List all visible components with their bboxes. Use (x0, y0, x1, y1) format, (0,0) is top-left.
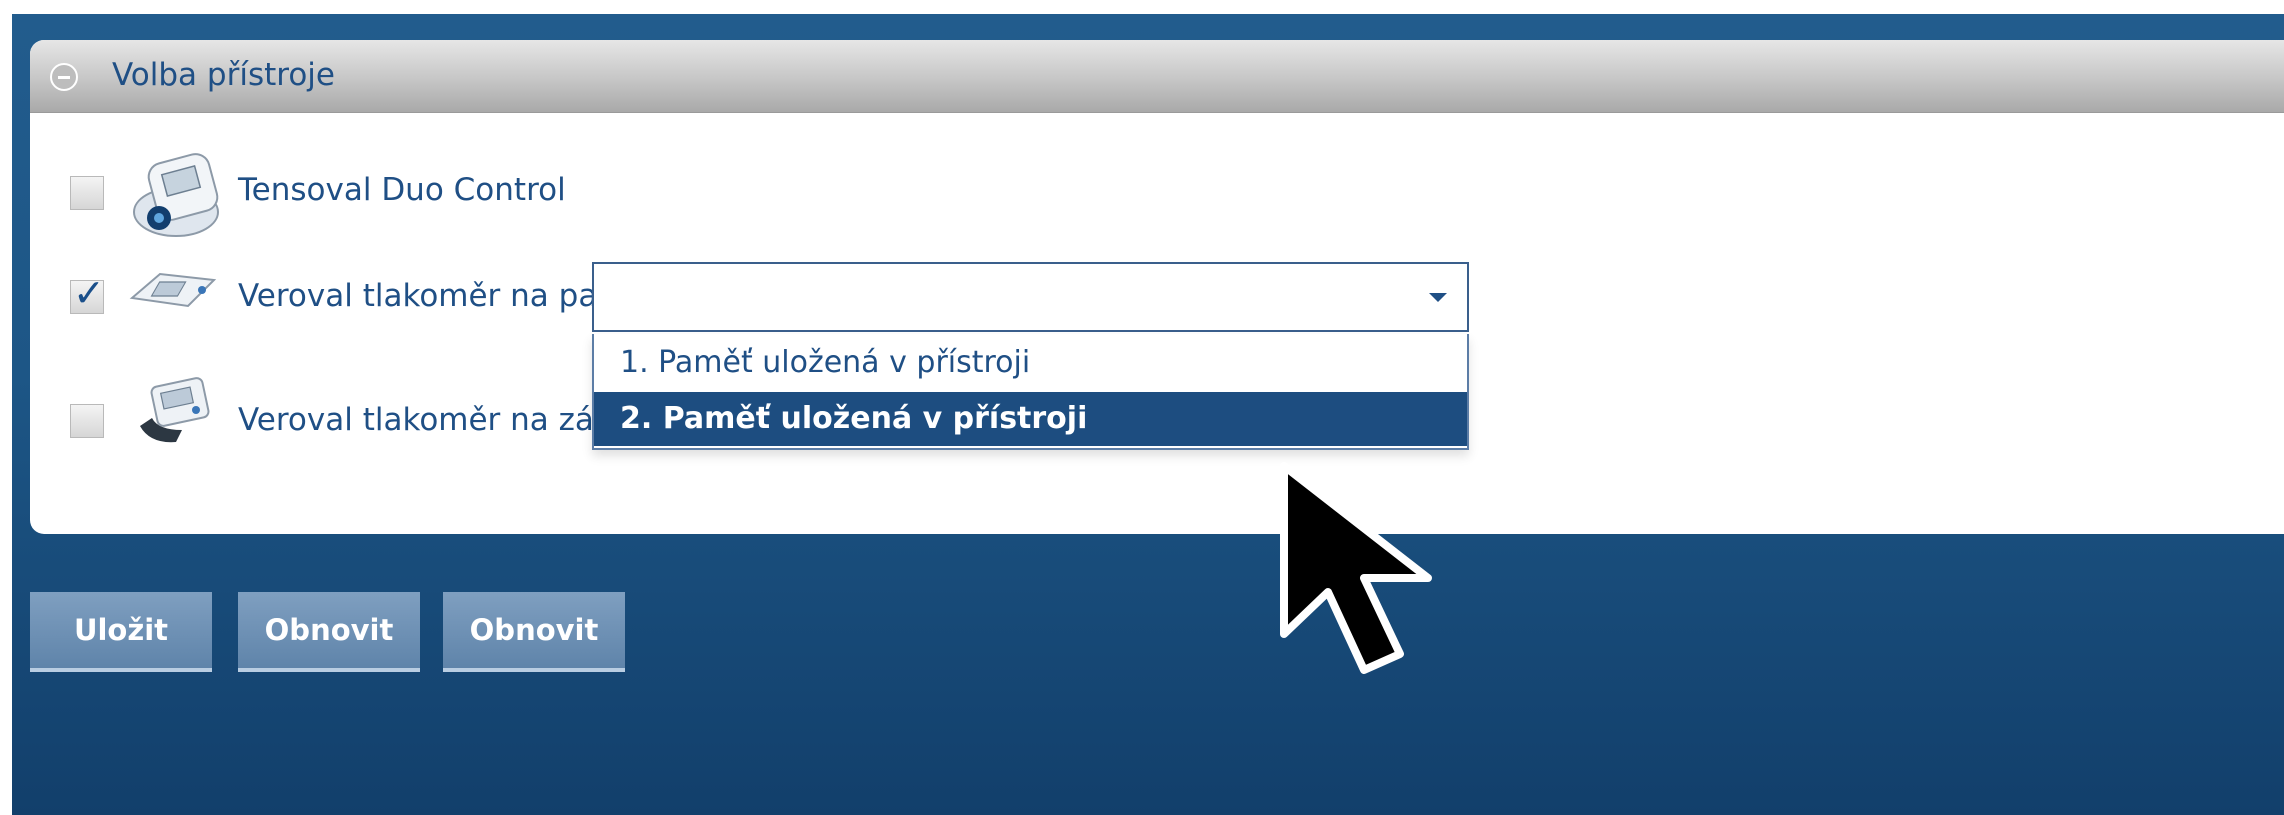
refresh-button-2[interactable]: Obnovit (443, 592, 625, 672)
device-checkbox-wrist[interactable] (70, 404, 104, 438)
blood-pressure-monitor-icon (126, 138, 236, 246)
memory-select[interactable] (592, 262, 1469, 332)
device-label-arm[interactable]: Veroval tlakoměr na paži (238, 278, 622, 314)
memory-dropdown-list: 1. Paměť uložená v přístroji 2. Paměť ul… (592, 334, 1469, 450)
wrist-monitor-icon (130, 372, 220, 456)
panel-header[interactable]: Volba přístroje (30, 40, 2284, 113)
device-checkbox-tensoval[interactable] (70, 176, 104, 210)
save-button[interactable]: Uložit (30, 592, 212, 672)
upper-arm-monitor-icon (126, 264, 222, 318)
device-checkbox-arm[interactable]: ✓ (70, 273, 105, 314)
device-label-tensoval[interactable]: Tensoval Duo Control (238, 172, 566, 208)
mouse-cursor-icon (1278, 458, 1448, 682)
memory-option-2[interactable]: 2. Paměť uložená v přístroji (594, 392, 1467, 446)
chevron-down-icon[interactable] (1429, 293, 1447, 302)
refresh-button-1[interactable]: Obnovit (238, 592, 420, 672)
panel-title: Volba přístroje (112, 57, 335, 93)
collapse-icon[interactable] (50, 63, 78, 91)
device-row-tensoval: Tensoval Duo Control (30, 120, 1230, 237)
checkmark-icon: ✓ (73, 271, 105, 315)
memory-option-1[interactable]: 1. Paměť uložená v přístroji (594, 336, 1467, 390)
